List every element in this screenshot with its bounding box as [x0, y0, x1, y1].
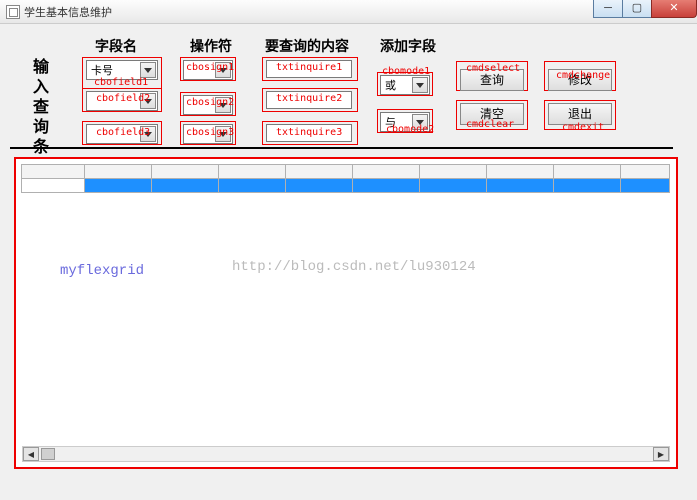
annot-cbosign3: cbosign3 — [186, 127, 234, 138]
annot-cmdselect: cmdselect — [466, 63, 520, 74]
scroll-right-icon[interactable]: ▶ — [653, 447, 669, 461]
annot-txtinquire2: txtinquire2 — [276, 93, 342, 104]
grid-header-row — [22, 165, 670, 179]
annot-cbofield2: cbofield2 — [96, 93, 150, 104]
horizontal-scrollbar[interactable]: ◀ ▶ — [22, 446, 670, 462]
myflexgrid[interactable]: myflexgrid http://blog.csdn.net/lu930124… — [14, 157, 678, 469]
title-bar: 学生基本信息维护 ─ ▢ ✕ — [0, 0, 697, 24]
annot-txtinquire1: txtinquire1 — [276, 62, 342, 73]
annot-cbomode2: cbomode2 — [386, 124, 434, 135]
header-addfield: 添加字段 — [380, 36, 436, 56]
annot-cmdclear: cmdclear — [466, 119, 514, 130]
column-headers: 字段名 操作符 要查询的内容 添加字段 — [0, 36, 697, 56]
annot-cmdchange: cmdchange — [556, 70, 610, 81]
close-button[interactable]: ✕ — [651, 0, 697, 18]
minimize-button[interactable]: ─ — [593, 0, 623, 18]
scroll-thumb[interactable] — [41, 448, 55, 460]
grid-data-row[interactable] — [22, 179, 670, 193]
annot-cbofield3: cbofield3 — [96, 127, 150, 138]
chevron-down-icon — [140, 62, 156, 78]
form-body: 字段名 操作符 要查询的内容 添加字段 输入查询条件 卡号 cbofield1 … — [0, 24, 697, 500]
annot-cmdexit: cmdexit — [562, 122, 604, 133]
scroll-left-icon[interactable]: ◀ — [23, 447, 39, 461]
app-icon — [6, 5, 20, 19]
maximize-button[interactable]: ▢ — [622, 0, 652, 18]
annot-cbofield1: cbofield1 — [94, 77, 148, 88]
chevron-down-icon — [412, 77, 428, 93]
header-field: 字段名 — [95, 36, 137, 56]
annot-myflexgrid: myflexgrid — [60, 263, 144, 279]
window-title: 学生基本信息维护 — [24, 4, 112, 20]
window-buttons: ─ ▢ ✕ — [594, 0, 697, 18]
watermark: http://blog.csdn.net/lu930124 — [232, 259, 476, 275]
cbomode1[interactable]: 或 — [380, 75, 430, 95]
annot-txtinquire3: txtinquire3 — [276, 127, 342, 138]
divider — [10, 147, 673, 149]
annot-cbomode1: cbomode1 — [382, 66, 430, 77]
annot-cbosign2: cbosign2 — [186, 97, 234, 108]
annot-cbosign1: cbosign1 — [186, 62, 234, 73]
header-op: 操作符 — [190, 36, 232, 56]
header-content: 要查询的内容 — [265, 36, 349, 56]
grid-rows — [22, 165, 670, 193]
